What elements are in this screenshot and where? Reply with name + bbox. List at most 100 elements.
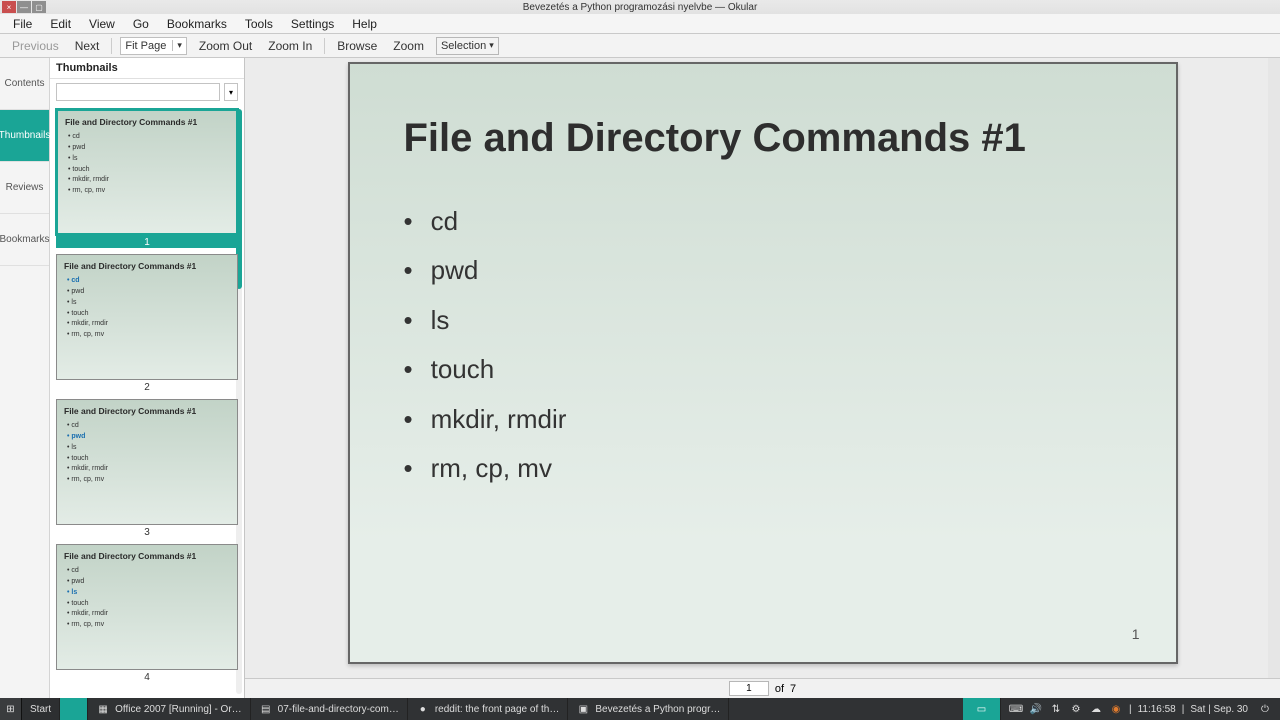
chevron-down-icon[interactable]: ▾ bbox=[172, 40, 182, 51]
settings-icon[interactable]: ⚙ bbox=[1069, 702, 1083, 716]
thumb-title: File and Directory Commands #1 bbox=[65, 117, 229, 127]
document-scroll[interactable]: File and Directory Commands #1 cdpwdlsto… bbox=[245, 58, 1280, 678]
separator bbox=[324, 38, 325, 54]
task-item[interactable]: ▤07-file-and-directory-com… bbox=[251, 698, 408, 720]
thumb-bullet: pwd bbox=[67, 287, 230, 298]
separator bbox=[111, 38, 112, 54]
thumb-page-number: 4 bbox=[56, 670, 238, 683]
okular-icon: ▣ bbox=[576, 702, 590, 716]
tray-sep: | bbox=[1129, 704, 1132, 715]
zoom-in-button[interactable]: Zoom In bbox=[260, 37, 320, 55]
menu-go[interactable]: Go bbox=[124, 15, 158, 33]
date[interactable]: Sat | Sep. 30 bbox=[1190, 704, 1248, 715]
thumb-bullet: cd bbox=[67, 276, 230, 287]
thumb-bullet: rm, cp, mv bbox=[67, 330, 230, 341]
task-label: 07-file-and-directory-com… bbox=[278, 704, 399, 715]
page-bullet: rm, cp, mv bbox=[404, 444, 1122, 493]
zoom-fit-combo[interactable]: Fit Page ▾ bbox=[120, 37, 187, 55]
menu-edit[interactable]: Edit bbox=[41, 15, 80, 33]
thumb-bullet: cd bbox=[68, 132, 229, 143]
thumb-page-number: 3 bbox=[56, 525, 238, 538]
thumbnails-filter-input[interactable] bbox=[56, 83, 220, 101]
thumbnail[interactable]: File and Directory Commands #1cdpwdlstou… bbox=[56, 254, 238, 393]
previous-button[interactable]: Previous bbox=[4, 37, 67, 55]
keyboard-icon[interactable]: ⌨ bbox=[1009, 702, 1023, 716]
thumbnail[interactable]: File and Directory Commands #1cdpwdlstou… bbox=[56, 399, 238, 538]
thumbnails-list[interactable]: File and Directory Commands #1cdpwdlstou… bbox=[50, 105, 244, 698]
thumb-bullet: cd bbox=[67, 566, 230, 577]
thumb-bullet: rm, cp, mv bbox=[68, 186, 229, 197]
chevron-down-icon[interactable]: ▾ bbox=[224, 83, 238, 101]
chevron-down-icon[interactable]: ▾ bbox=[489, 40, 494, 51]
thumb-bullet: ls bbox=[67, 298, 230, 309]
menu-help[interactable]: Help bbox=[343, 15, 386, 33]
cloud-icon[interactable]: ☁ bbox=[1089, 702, 1103, 716]
page-bullet: ls bbox=[404, 296, 1122, 345]
menu-file[interactable]: File bbox=[4, 15, 41, 33]
total-pages: 7 bbox=[790, 683, 796, 695]
thumb-bullet: mkdir, rmdir bbox=[67, 609, 230, 620]
document-view: File and Directory Commands #1 cdpwdlsto… bbox=[245, 58, 1280, 698]
thumb-bullet: rm, cp, mv bbox=[67, 620, 230, 631]
thumb-title: File and Directory Commands #1 bbox=[64, 551, 230, 561]
thumb-title: File and Directory Commands #1 bbox=[64, 406, 230, 416]
taskbar: ⊞ Start ▦Office 2007 [Running] - Or… ▤07… bbox=[0, 698, 1280, 720]
start-button[interactable]: Start bbox=[22, 698, 60, 720]
volume-icon[interactable]: 🔊 bbox=[1029, 702, 1043, 716]
zoom-out-button[interactable]: Zoom Out bbox=[191, 37, 260, 55]
zoom-button[interactable]: Zoom bbox=[385, 37, 432, 55]
menu-bookmarks[interactable]: Bookmarks bbox=[158, 15, 236, 33]
vertical-scrollbar[interactable] bbox=[1268, 58, 1280, 678]
page: File and Directory Commands #1 cdpwdlsto… bbox=[348, 62, 1178, 664]
thumb-bullet: touch bbox=[67, 309, 230, 320]
thumb-bullet: cd bbox=[67, 421, 230, 432]
thumb-bullet: ls bbox=[68, 154, 229, 165]
page-title: File and Directory Commands #1 bbox=[404, 116, 1122, 161]
browser-icon: ● bbox=[416, 702, 430, 716]
thumb-bullet: mkdir, rmdir bbox=[67, 464, 230, 475]
selection-combo[interactable]: Selection ▾ bbox=[436, 37, 499, 55]
thumb-bullet: mkdir, rmdir bbox=[67, 319, 230, 330]
thumbnail[interactable]: File and Directory Commands #1cdpwdlstou… bbox=[56, 109, 238, 248]
thumbnails-header: Thumbnails bbox=[50, 58, 244, 79]
browse-button[interactable]: Browse bbox=[329, 37, 385, 55]
apps-icon[interactable]: ⊞ bbox=[0, 698, 22, 720]
window-title: Bevezetés a Python programozási nyelvbe … bbox=[523, 2, 758, 13]
toolbar: Previous Next Fit Page ▾ Zoom Out Zoom I… bbox=[0, 34, 1280, 58]
task-active-app[interactable]: ▭ bbox=[963, 698, 1001, 720]
thumb-page-number: 2 bbox=[56, 380, 238, 393]
task-desktop[interactable] bbox=[60, 698, 88, 720]
close-icon[interactable]: × bbox=[2, 1, 16, 13]
next-button[interactable]: Next bbox=[67, 37, 108, 55]
task-item[interactable]: ●reddit: the front page of th… bbox=[408, 698, 569, 720]
page-bullets: cdpwdlstouchmkdir, rmdirrm, cp, mv bbox=[404, 197, 1122, 493]
menu-settings[interactable]: Settings bbox=[282, 15, 343, 33]
network-icon[interactable]: ⇅ bbox=[1049, 702, 1063, 716]
browser-tray-icon[interactable]: ◉ bbox=[1109, 702, 1123, 716]
menu-view[interactable]: View bbox=[80, 15, 124, 33]
sidebar-tab-contents[interactable]: Contents bbox=[0, 58, 49, 110]
maximize-icon[interactable]: ▢ bbox=[32, 1, 46, 13]
power-icon[interactable]: ⏻ bbox=[1258, 702, 1272, 716]
sidebar-tab-thumbnails[interactable]: Thumbnails bbox=[0, 110, 49, 162]
minimize-icon[interactable]: — bbox=[17, 1, 31, 13]
task-label: Office 2007 [Running] - Or… bbox=[115, 704, 242, 715]
page-bullet: pwd bbox=[404, 246, 1122, 295]
zoom-fit-label: Fit Page bbox=[125, 40, 166, 52]
thumbnails-panel: Thumbnails ▾ File and Directory Commands… bbox=[50, 58, 245, 698]
sidebar-tab-bookmarks[interactable]: Bookmarks bbox=[0, 214, 49, 266]
page-bullet: touch bbox=[404, 345, 1122, 394]
thumb-bullet: mkdir, rmdir bbox=[68, 175, 229, 186]
thumb-page-number: 1 bbox=[56, 235, 238, 248]
thumb-bullet: pwd bbox=[67, 577, 230, 588]
clock[interactable]: 11:16:58 bbox=[1138, 704, 1176, 715]
menu-tools[interactable]: Tools bbox=[236, 15, 282, 33]
main-area: Contents Thumbnails Reviews Bookmarks Th… bbox=[0, 58, 1280, 698]
task-item[interactable]: ▣Bevezetés a Python progr… bbox=[568, 698, 729, 720]
current-page-input[interactable] bbox=[729, 681, 769, 696]
task-item[interactable]: ▦Office 2007 [Running] - Or… bbox=[88, 698, 251, 720]
thumbnail[interactable]: File and Directory Commands #1cdpwdlstou… bbox=[56, 544, 238, 683]
tray-sep: | bbox=[1182, 704, 1185, 715]
thumb-bullet: ls bbox=[67, 443, 230, 454]
sidebar-tab-reviews[interactable]: Reviews bbox=[0, 162, 49, 214]
